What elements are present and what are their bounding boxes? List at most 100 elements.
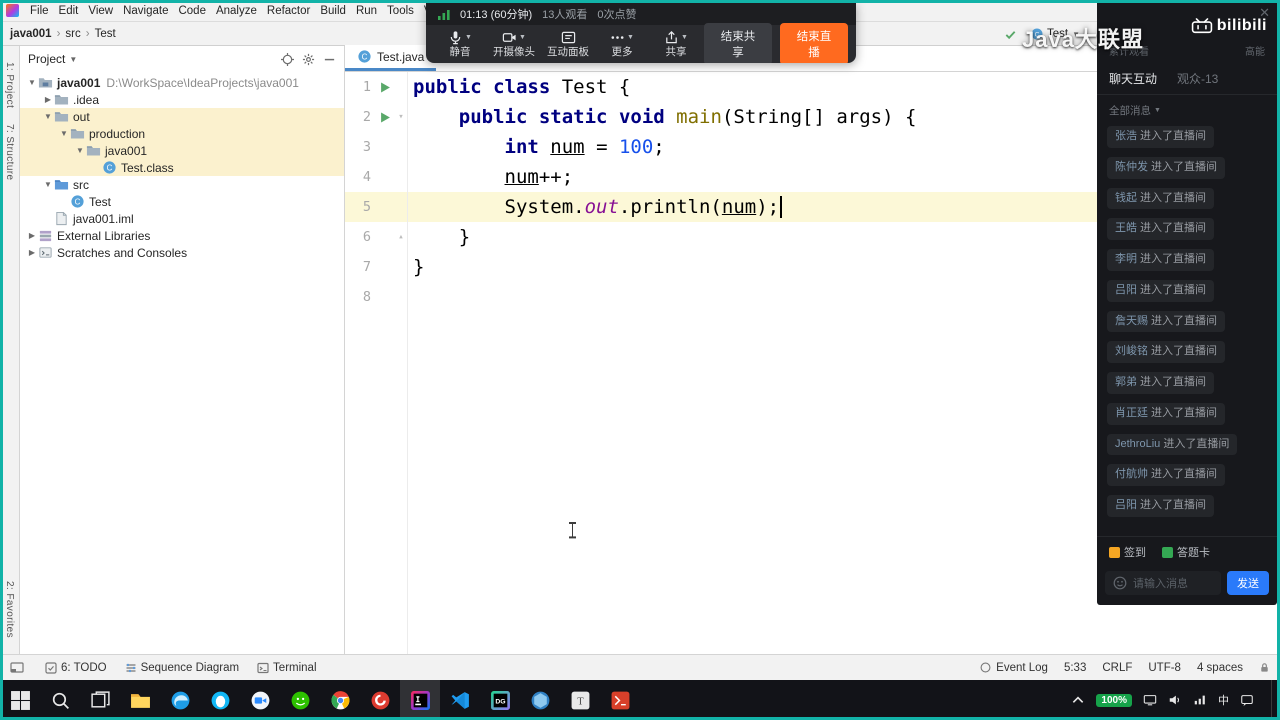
chrome-icon[interactable] bbox=[320, 680, 360, 720]
send-button[interactable]: 发送 bbox=[1227, 571, 1269, 595]
project-panel-title[interactable]: Project bbox=[28, 52, 65, 66]
line-separator-widget[interactable]: CRLF bbox=[1102, 662, 1132, 674]
indent-widget[interactable]: 4 spaces bbox=[1197, 662, 1243, 674]
caret-position-widget[interactable]: 5:33 bbox=[1064, 662, 1086, 674]
end-live-button[interactable]: 结束直播 bbox=[780, 23, 848, 63]
breadcrumb-item-src[interactable]: src bbox=[63, 28, 82, 40]
sign-in-button[interactable]: 签到 bbox=[1109, 544, 1146, 560]
chat-message[interactable]: 刘峻铭 进入了直播间 bbox=[1107, 341, 1226, 363]
xshell-icon[interactable] bbox=[600, 680, 640, 720]
menu-item-build[interactable]: Build bbox=[315, 5, 351, 17]
tree-row-java001-iml[interactable]: java001.iml bbox=[20, 210, 344, 227]
tree-collapse-arrow-icon[interactable]: ▼ bbox=[74, 146, 86, 155]
netease-music-icon[interactable] bbox=[360, 680, 400, 720]
menu-item-view[interactable]: View bbox=[83, 5, 118, 17]
typora-icon[interactable]: T bbox=[560, 680, 600, 720]
hide-panel-icon[interactable] bbox=[323, 53, 336, 66]
menu-item-edit[interactable]: Edit bbox=[54, 5, 84, 17]
battery-indicator[interactable]: 100% bbox=[1096, 693, 1132, 707]
answer-card-button[interactable]: 答题卡 bbox=[1162, 544, 1210, 560]
tree-expand-arrow-icon[interactable]: ▶ bbox=[26, 231, 38, 240]
tree-row-idea[interactable]: ▶ .idea bbox=[20, 91, 344, 108]
menu-item-tools[interactable]: Tools bbox=[382, 5, 419, 17]
tree-row-test-class[interactable]: C Test.class bbox=[20, 159, 344, 176]
chevron-down-icon[interactable]: ▼ bbox=[69, 55, 77, 64]
chat-message[interactable]: 詹天赐 进入了直播间 bbox=[1107, 310, 1226, 333]
chat-message[interactable]: 吕阳 进入了直播间 bbox=[1107, 495, 1215, 517]
chat-message[interactable]: 肖正廷 进入了直播间 bbox=[1107, 402, 1226, 425]
ime-indicator[interactable]: 中 bbox=[1218, 692, 1229, 708]
tree-collapse-arrow-icon[interactable]: ▼ bbox=[42, 180, 54, 189]
tree-expand-arrow-icon[interactable]: ▶ bbox=[42, 95, 54, 104]
tree-collapse-arrow-icon[interactable]: ▼ bbox=[58, 129, 70, 138]
tree-collapse-arrow-icon[interactable]: ▼ bbox=[26, 78, 38, 87]
panel-button[interactable]: 互动面板 bbox=[542, 30, 594, 58]
fold-down-icon[interactable]: ▾ bbox=[395, 112, 407, 122]
tree-row-java001[interactable]: ▼ java001 bbox=[20, 142, 344, 159]
wechat-icon[interactable] bbox=[280, 680, 320, 720]
tool-button-terminal[interactable]: Terminal bbox=[248, 662, 325, 674]
datagrip-icon[interactable]: DG bbox=[480, 680, 520, 720]
search-icon[interactable] bbox=[40, 680, 80, 720]
network-icon[interactable] bbox=[1193, 693, 1207, 707]
editor-tab-test-java[interactable]: C Test.java bbox=[345, 45, 437, 71]
hidden-icons-caret[interactable] bbox=[1071, 693, 1085, 707]
emoji-icon[interactable] bbox=[1113, 576, 1127, 590]
tencent-meeting-icon[interactable] bbox=[240, 680, 280, 720]
chat-message[interactable]: 付航帅 进入了直播间 bbox=[1107, 464, 1226, 486]
task-view-icon[interactable] bbox=[80, 680, 120, 720]
inspections-ok-icon[interactable] bbox=[1004, 28, 1017, 41]
chat-message[interactable]: 陈仲发 进入了直播间 bbox=[1107, 156, 1226, 179]
chat-message[interactable]: 王皓 进入了直播间 bbox=[1107, 218, 1215, 240]
menu-item-file[interactable]: File bbox=[25, 5, 54, 17]
chat-message[interactable]: 李明 进入了直播间 bbox=[1107, 249, 1215, 271]
navicat-icon[interactable] bbox=[520, 680, 560, 720]
camera-button[interactable]: ▼ 开摄像头 bbox=[488, 30, 540, 58]
run-line-icon[interactable] bbox=[375, 112, 395, 123]
chat-message[interactable]: 吕阳 进入了直播间 bbox=[1107, 279, 1215, 302]
tab-audience[interactable]: 观众-13 bbox=[1177, 70, 1218, 87]
tree-row-production[interactable]: ▼ production bbox=[20, 125, 344, 142]
event-log-button[interactable]: Event Log bbox=[980, 662, 1048, 674]
fold-up-icon[interactable]: ▴ bbox=[395, 232, 407, 242]
tree-collapse-arrow-icon[interactable]: ▼ bbox=[42, 112, 54, 121]
tool-button-sequence-diagram[interactable]: Sequence Diagram bbox=[116, 662, 248, 674]
action-center-icon[interactable] bbox=[1240, 693, 1254, 707]
tool-window-button-2-favorites[interactable]: 2: Favorites bbox=[4, 573, 15, 646]
microphone-button[interactable]: ▼ 静音 bbox=[434, 30, 486, 58]
breadcrumb-item-test[interactable]: Test bbox=[93, 28, 118, 40]
menu-item-analyze[interactable]: Analyze bbox=[211, 5, 262, 17]
tree-row-test[interactable]: C Test bbox=[20, 193, 344, 210]
more-button[interactable]: ▼ 更多 bbox=[596, 30, 648, 58]
menu-item-code[interactable]: Code bbox=[173, 5, 211, 17]
tab-chat-interaction[interactable]: 聊天互动 bbox=[1109, 70, 1157, 87]
breadcrumb-item-java001[interactable]: java001 bbox=[8, 28, 54, 40]
tool-window-switcher-icon[interactable] bbox=[10, 661, 32, 675]
display-icon[interactable] bbox=[1143, 693, 1157, 707]
menu-item-run[interactable]: Run bbox=[351, 5, 382, 17]
message-filter-dropdown[interactable]: 全部消息 ▼ bbox=[1097, 95, 1277, 121]
vscode-icon[interactable] bbox=[440, 680, 480, 720]
show-desktop-button[interactable] bbox=[1271, 680, 1276, 720]
intellij-idea-icon[interactable] bbox=[400, 680, 440, 720]
tree-row-external-libraries[interactable]: ▶ External Libraries bbox=[20, 227, 344, 244]
tree-row-java001[interactable]: ▼ java001 D:\WorkSpace\IdeaProjects\java00… bbox=[20, 74, 344, 91]
tree-expand-arrow-icon[interactable]: ▶ bbox=[26, 248, 38, 257]
chat-message[interactable]: 钱起 进入了直播间 bbox=[1107, 187, 1215, 210]
menu-item-navigate[interactable]: Navigate bbox=[118, 5, 173, 17]
run-line-icon[interactable] bbox=[375, 82, 395, 93]
chat-message[interactable]: JethroLiu 进入了直播间 bbox=[1107, 433, 1238, 456]
menu-item-refactor[interactable]: Refactor bbox=[262, 5, 315, 17]
chat-input[interactable]: 请输入消息 bbox=[1105, 571, 1221, 595]
chat-message[interactable]: 张浩 进入了直播间 bbox=[1107, 126, 1215, 148]
tool-button-6-todo[interactable]: 6: TODO bbox=[36, 662, 116, 674]
tree-row-src[interactable]: ▼ src bbox=[20, 176, 344, 193]
windows-start-icon[interactable] bbox=[0, 680, 40, 720]
locate-file-icon[interactable] bbox=[281, 52, 294, 66]
end-share-button[interactable]: 结束共享 bbox=[704, 23, 772, 63]
settings-gear-icon[interactable] bbox=[302, 53, 315, 66]
lock-icon[interactable] bbox=[1259, 662, 1270, 673]
file-explorer-icon[interactable] bbox=[120, 680, 160, 720]
tool-window-button-1-project[interactable]: 1: Project bbox=[4, 54, 15, 116]
tree-row-scratches-and-consoles[interactable]: ▶ Scratches and Consoles bbox=[20, 244, 344, 261]
